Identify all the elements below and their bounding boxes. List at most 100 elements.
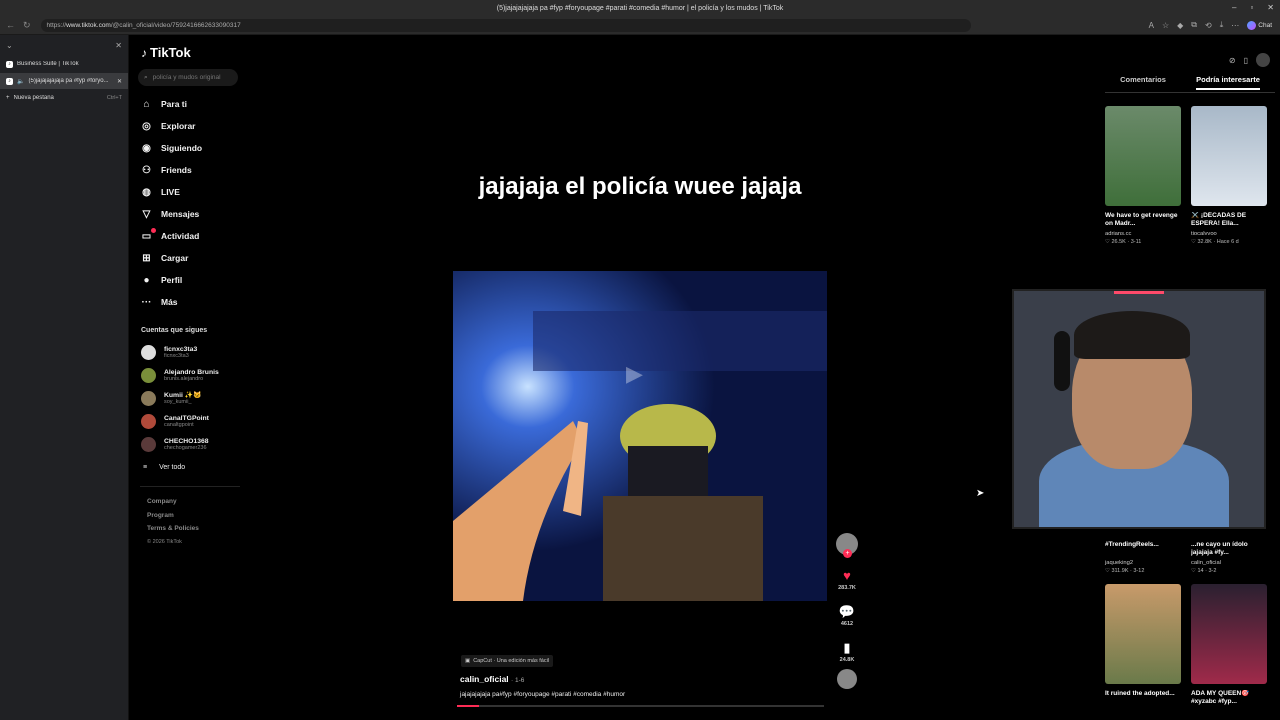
download-icon[interactable]: ⤓ (1220, 20, 1224, 30)
url-path: /@calin_oficial/video/759241666263309031… (110, 22, 241, 29)
progress-fill (457, 705, 480, 707)
settings-more-icon[interactable]: ⋯ (1231, 21, 1239, 30)
speaker-icon[interactable]: 🔈 (17, 78, 24, 85)
followed-account[interactable]: ficnxc3ta3 ficnxc3ta3 (141, 345, 197, 360)
new-tab-button[interactable]: + Nueva pestaña Ctrl+T (0, 90, 128, 106)
author-name: calin_oficial (460, 674, 509, 684)
video-progress-bar[interactable] (457, 705, 824, 707)
following-title: Cuentas que sigues (141, 327, 208, 334)
reload-icon[interactable]: ↻ (23, 20, 31, 31)
comment-icon[interactable]: 💬 (839, 604, 855, 619)
copilot-chat-button[interactable]: Chat (1247, 20, 1272, 30)
followed-account[interactable]: CanalTGPoint canaltgpoint (141, 414, 209, 429)
read-aloud-icon[interactable]: A (1149, 21, 1154, 30)
footer-link-company[interactable]: Company (147, 495, 199, 509)
footer-link-program[interactable]: Program (147, 509, 199, 523)
nav-item-live[interactable]: ◍ LIVE (140, 181, 202, 203)
account-name: Kumii ✨🐱 (164, 391, 202, 399)
tab-podria-interesarte[interactable]: Podría interesarte (1196, 75, 1260, 90)
followed-account[interactable]: CHECHO1368 chechogamer236 (141, 437, 209, 452)
capcut-icon: ▣ (465, 658, 471, 664)
window-controls: – ▫ ✕ (1232, 3, 1274, 12)
minimize-icon[interactable]: – (1232, 3, 1236, 12)
vertical-tabs-header: ⌄ ✕ (0, 35, 128, 55)
nav-label: Actividad (161, 231, 200, 241)
see-all-button[interactable]: ≡ Ver todo (143, 464, 185, 471)
collapse-tabs-icon[interactable]: ⌄ (6, 41, 13, 50)
search-input[interactable] (152, 74, 233, 81)
close-window-icon[interactable]: ✕ (1267, 3, 1274, 12)
author-avatar[interactable]: + (836, 533, 858, 558)
device-icon[interactable]: ▯ (1244, 56, 1248, 65)
webcam-person-hair (1074, 311, 1190, 359)
new-tab-shortcut: Ctrl+T (106, 95, 122, 101)
favorite-icon[interactable]: ☆ (1162, 21, 1169, 30)
friends-icon: ⚇ (142, 164, 151, 176)
copilot-icon (1247, 20, 1257, 30)
nav-item-para-ti[interactable]: ⌂ Para ti (140, 93, 202, 115)
card-user: calin_oficial (1191, 560, 1221, 566)
pin-tabs-icon[interactable]: ✕ (115, 41, 122, 50)
extensions-icon[interactable]: ⧉ (1191, 20, 1197, 30)
tab-item[interactable]: ♪ Business Suite | TikTok (0, 56, 128, 72)
suggested-video-card[interactable]: It ruined the adopted... (1105, 584, 1181, 706)
history-icon[interactable]: ⟲ (1205, 21, 1212, 30)
vertical-tabs-panel: ⌄ ✕ ♪ Business Suite | TikTok ♪ 🔈 (5)jaj… (0, 35, 129, 720)
music-disc-icon[interactable] (837, 669, 857, 689)
card-title: ...ne cayo un ídolo jajajaja #fy... (1191, 541, 1248, 556)
notification-dot (151, 227, 156, 233)
nav-item-cargar[interactable]: ⊞ Cargar (140, 247, 202, 269)
nav-item-explorar[interactable]: ◎ Explorar (140, 115, 202, 137)
maximize-icon[interactable]: ▫ (1250, 3, 1253, 12)
back-icon[interactable]: ← (6, 20, 15, 31)
nav-item-mas[interactable]: ··· Más (140, 291, 202, 313)
capcut-badge[interactable]: ▣ CapCut · Una edición más fácil (461, 655, 554, 667)
like-count: 283.7K (838, 585, 856, 591)
search-bar[interactable]: ⌕ (138, 69, 238, 86)
card-stats: ♡ 14 · 3-2 (1191, 568, 1217, 574)
card-title: #TrendingReels... (1105, 541, 1159, 548)
video-player[interactable]: ▶ (453, 271, 827, 601)
suggested-video-card[interactable]: ADA MY QUEEN🎯 #xyzabc #fyp... (1191, 584, 1267, 706)
suggested-video-card[interactable]: We have to get revenge on Madr... adrian… (1105, 106, 1181, 245)
nav-item-actividad[interactable]: ▭ Actividad (140, 225, 202, 247)
more-icon: ··· (141, 296, 152, 308)
like-heart-icon[interactable]: ♥ (843, 568, 851, 583)
follow-plus-icon[interactable]: + (843, 549, 852, 558)
suggested-video-card[interactable]: ⚔️ ¡DÉCADAS DE ESPERA! Ella... tiocalvvo… (1191, 106, 1267, 245)
nav-item-friends[interactable]: ⚇ Friends (140, 159, 202, 181)
tab-item-active[interactable]: ♪ 🔈 (5)jajajajajaja pa #fyp #foryo... ✕ (0, 73, 128, 89)
profile-avatar[interactable] (1256, 53, 1270, 67)
play-icon[interactable]: ▶ (626, 361, 643, 387)
video-author[interactable]: calin_oficial · 1-6 (460, 674, 524, 684)
logo-text: TikTok (150, 45, 191, 60)
nav-item-mensajes[interactable]: ▽ Mensajes (140, 203, 202, 225)
video-thumbnail (1191, 106, 1267, 206)
url-host: www.tiktok.com (66, 22, 111, 29)
account-handle: chechogamer236 (164, 444, 207, 451)
card-user: adrians.cc (1105, 231, 1132, 237)
nav-item-perfil[interactable]: ● Perfil (140, 269, 202, 291)
window-titlebar: (5)jajajajajaja pa #fyp #foryoupage #par… (0, 0, 1280, 17)
nav-item-siguiendo[interactable]: ◉ Siguiendo (140, 137, 202, 159)
capcut-label: CapCut · Una edición más fácil (473, 658, 550, 664)
suggested-video-card[interactable]: ...ne cayo un ídolo jajajaja #fy... cali… (1191, 535, 1267, 574)
copyright: © 2026 TikTok (147, 538, 182, 545)
footer-link-terms[interactable]: Terms & Policies (147, 522, 199, 536)
comment-count: 4612 (840, 621, 854, 627)
extension-icon[interactable]: ◆ (1177, 21, 1183, 30)
followed-account[interactable]: Kumii ✨🐱 soy_kumii_ (141, 391, 202, 406)
nav-label: Friends (161, 165, 192, 175)
close-tab-icon[interactable]: ✕ (117, 78, 122, 85)
bookmark-icon[interactable]: ▮ (843, 640, 850, 655)
tiktok-logo[interactable]: ♪ TikTok (141, 45, 191, 60)
card-title: ⚔️ ¡DÉCADAS DE ESPERA! Ella... (1191, 212, 1247, 227)
suggested-video-card[interactable]: #TrendingReels... jaqueking2 ♡ 311.9K · … (1105, 535, 1181, 574)
tiktok-favicon-icon: ♪ (6, 77, 13, 85)
address-bar[interactable]: https://www.tiktok.com/@calin_oficial/vi… (40, 19, 971, 32)
action-rail: + ♥ 283.7K 💬 4612 ▮ 24.8K (836, 533, 858, 689)
compass-small-icon[interactable]: ⊘ (1229, 56, 1236, 65)
followed-account[interactable]: Alejandro Brunis brunis.alejandro (141, 368, 219, 383)
activity-icon: ▭ (140, 227, 156, 243)
tab-comentarios[interactable]: Comentarios (1120, 75, 1166, 90)
